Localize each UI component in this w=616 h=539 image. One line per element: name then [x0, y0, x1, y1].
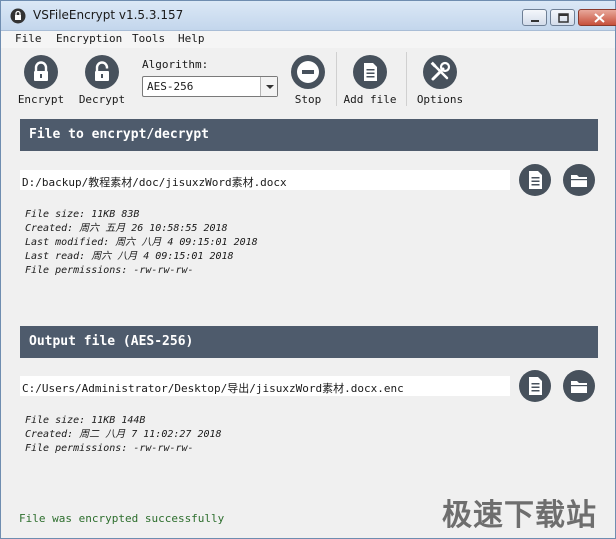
output-created: Created: 周二 八月 7 11:02:27 2018: [25, 429, 222, 440]
document-icon: [529, 377, 542, 395]
output-browse-folder-button[interactable]: [563, 370, 595, 402]
menu-bar: File Encryption Tools Help: [1, 31, 615, 48]
decrypt-label: Decrypt: [78, 93, 126, 106]
output-file-info: File size: 11KB 144B Created: 周二 八月 7 11…: [25, 414, 222, 456]
chevron-down-icon[interactable]: [260, 77, 277, 96]
input-path-field[interactable]: D:/backup/教程素材/doc/jisuxzWord素材.docx: [20, 170, 510, 190]
output-path-field[interactable]: C:/Users/Administrator/Desktop/导出/jisuxz…: [20, 376, 510, 396]
input-file-size: File size: 11KB 83B: [25, 209, 140, 220]
options-button[interactable]: Options: [415, 48, 465, 106]
tools-icon: [423, 55, 457, 89]
document-icon: [529, 171, 542, 189]
stop-label: Stop: [294, 93, 322, 106]
output-open-document-button[interactable]: [519, 370, 551, 402]
close-button[interactable]: [578, 9, 616, 26]
title-bar: VSFileEncrypt v1.5.3.157: [1, 1, 616, 31]
lock-open-icon: [85, 55, 119, 89]
menu-tools[interactable]: Tools: [132, 32, 165, 45]
menu-help[interactable]: Help: [178, 32, 205, 45]
menu-file[interactable]: File: [15, 32, 42, 45]
output-section-header: Output file (AES-256): [20, 326, 598, 358]
stop-button[interactable]: Stop: [288, 48, 328, 106]
encrypt-label: Encrypt: [17, 93, 65, 106]
minimize-button[interactable]: [522, 9, 547, 26]
folder-icon: [571, 381, 587, 393]
status-message: File was encrypted successfully: [19, 512, 225, 525]
input-section-header: File to encrypt/decrypt: [20, 119, 598, 151]
lock-app-icon: [10, 8, 26, 24]
watermark-logo: 极速下载站: [442, 498, 597, 533]
encrypt-button[interactable]: Encrypt: [15, 48, 67, 106]
window-title: VSFileEncrypt v1.5.3.157: [33, 8, 184, 22]
algorithm-label: Algorithm:: [142, 58, 209, 71]
input-last-read: Last read: 周六 八月 4 09:15:01 2018: [25, 251, 234, 262]
app-window: VSFileEncrypt v1.5.3.157 File Encryption…: [0, 0, 616, 539]
toolbar-separator: [336, 52, 337, 106]
main-content: File to encrypt/decrypt D:/backup/教程素材/d…: [1, 110, 615, 538]
output-file-size: File size: 11KB 144B: [25, 415, 146, 426]
folder-icon: [571, 175, 587, 187]
input-last-modified: Last modified: 周六 八月 4 09:15:01 2018: [25, 237, 258, 248]
input-file-info: File size: 11KB 83B Created: 周六 五月 26 10…: [25, 208, 258, 278]
toolbar: Encrypt Decrypt Algorithm: AES-256 Stop …: [1, 48, 615, 110]
algorithm-select[interactable]: AES-256: [142, 76, 278, 97]
document-icon: [353, 55, 387, 89]
input-created: Created: 周六 五月 26 10:58:55 2018: [25, 223, 228, 234]
toolbar-separator: [406, 52, 407, 106]
add-file-label: Add file: [343, 93, 397, 106]
menu-encryption[interactable]: Encryption: [56, 32, 122, 45]
lock-closed-icon: [24, 55, 58, 89]
options-label: Options: [416, 93, 464, 106]
input-browse-folder-button[interactable]: [563, 164, 595, 196]
stop-icon: [291, 55, 325, 89]
algorithm-value: AES-256: [147, 80, 194, 93]
input-permissions: File permissions: -rw-rw-rw-: [25, 265, 194, 276]
maximize-button[interactable]: [550, 9, 575, 26]
add-file-button[interactable]: Add file: [343, 48, 397, 106]
decrypt-button[interactable]: Decrypt: [77, 48, 127, 106]
output-permissions: File permissions: -rw-rw-rw-: [25, 443, 194, 454]
input-open-document-button[interactable]: [519, 164, 551, 196]
